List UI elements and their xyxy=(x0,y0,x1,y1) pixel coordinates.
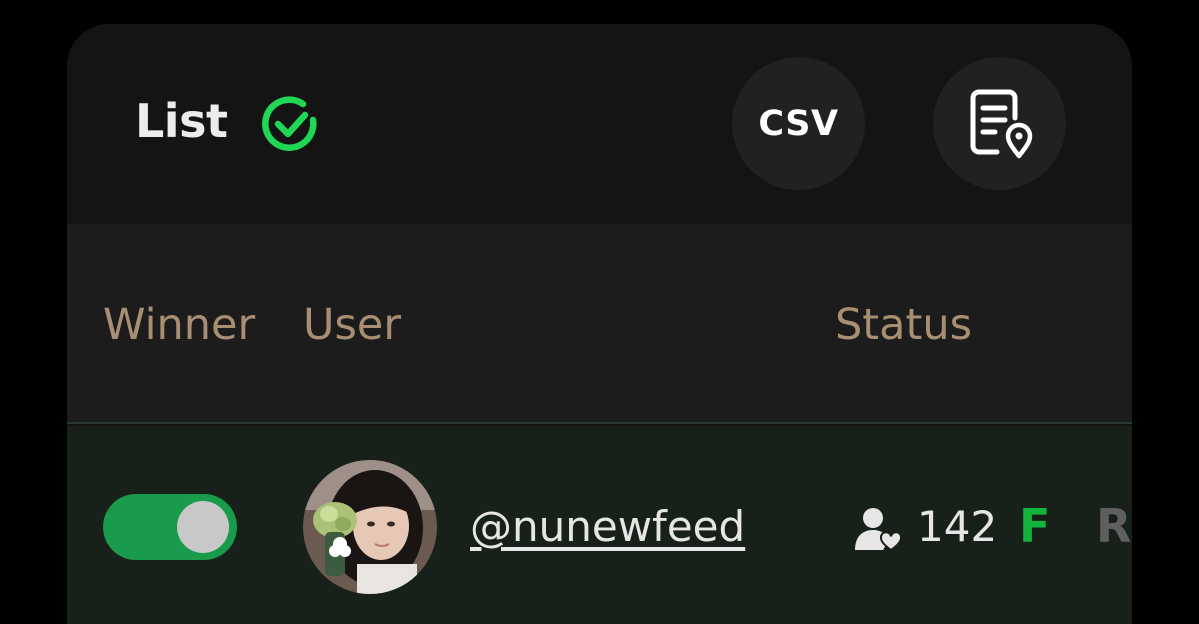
column-header-status: Status xyxy=(835,300,973,350)
column-header-winner: Winner xyxy=(103,300,256,350)
page-title: List xyxy=(135,94,228,148)
follower-count: 142 xyxy=(917,502,998,551)
list-panel: List CSV Winner User Status @nunewfeed 1… xyxy=(67,24,1132,624)
csv-label: CSV xyxy=(758,103,839,144)
status-badge-r: R xyxy=(1096,499,1132,553)
table-row: @nunewfeed 142 F R xyxy=(67,426,1132,624)
winner-toggle[interactable] xyxy=(103,494,237,560)
user-avatar[interactable] xyxy=(303,460,437,594)
toggle-knob xyxy=(177,501,229,553)
report-location-button[interactable] xyxy=(933,57,1066,190)
document-location-icon xyxy=(970,89,1032,158)
status-badge-f: F xyxy=(1019,499,1051,553)
csv-export-button[interactable]: CSV xyxy=(732,57,865,190)
table-header: Winner User Status xyxy=(67,224,1132,424)
username-link[interactable]: @nunewfeed xyxy=(470,502,745,551)
panel-header: List CSV xyxy=(67,24,1132,224)
column-header-user: User xyxy=(303,300,402,350)
follower-icon xyxy=(855,508,903,552)
check-circle-icon xyxy=(262,96,317,151)
